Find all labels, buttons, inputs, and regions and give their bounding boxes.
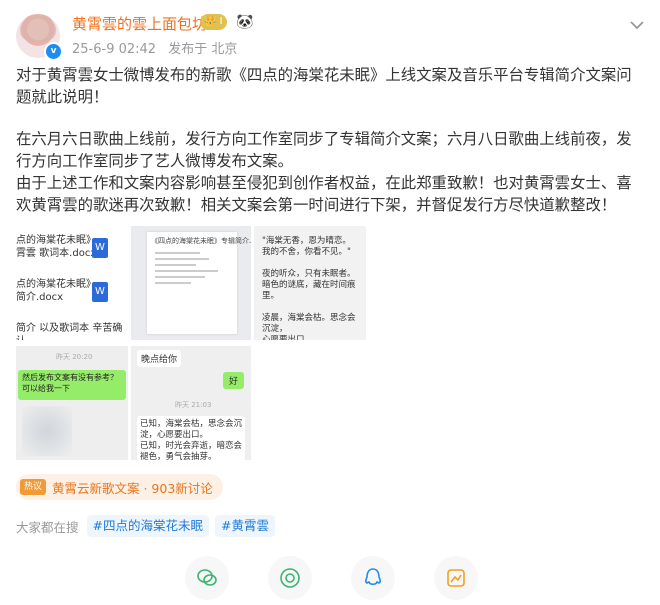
image-thumb-2[interactable]: 《四点的海棠花未眠》专辑简介.docx xyxy=(131,226,251,340)
post-paragraph-1: 对于黄霄雲女士微博发布的新歌《四点的海棠花未眠》上线文案及音乐平台专辑简介文案问… xyxy=(16,66,632,106)
doc-file-2-ext: 简介.docx xyxy=(16,292,64,303)
wechat-icon xyxy=(197,569,217,586)
blurred-avatar xyxy=(22,406,72,456)
trending-search: 大家都在搜 #四点的海棠花未眠 #黄霄雲 xyxy=(16,514,281,538)
word-icon: W xyxy=(92,282,108,302)
chat-time: 昨天 21:03 xyxy=(175,401,212,409)
post-header: v 黄霄雲的雲上面包坊 👑 I 🐼 25-6-9 02:42 发布于 北京 xyxy=(0,0,660,64)
poster-icon xyxy=(447,569,465,587)
trending-tag[interactable]: #四点的海棠花未眠 xyxy=(86,515,209,537)
doc-preview: 《四点的海棠花未眠》专辑简介.docx xyxy=(147,232,251,334)
doc-file-2: 点的海棠花未眠》 简介.docx xyxy=(16,278,96,304)
hot-topic-text: 黄霄云新歌文案 · 903新讨论 xyxy=(52,480,213,496)
image-thumb-5[interactable]: 晚点给你 好 昨天 21:03 已知，海棠会枯，思念会沉淀，心愿要出口。 已知，… xyxy=(131,346,251,460)
doc-file-2-name: 点的海棠花未眠》 xyxy=(16,279,96,290)
chat-bubble-long: 已知，海棠会枯，思念会沉淀，心愿要出口。 已知，时光会弃逝，暗恋会褪色，勇气会抽… xyxy=(137,416,245,460)
share-qq-button[interactable] xyxy=(351,556,395,600)
image-thumb-4[interactable]: 昨天 20:20 然后发布文案有没有参考？可以给我一下 xyxy=(16,346,128,460)
post-source: 发布于 北京 xyxy=(168,42,238,57)
hot-topic[interactable]: 热议 黄霄云新歌文案 · 903新讨论 xyxy=(16,474,223,500)
username[interactable]: 黄霄雲的雲上面包坊 xyxy=(72,13,207,34)
post-time: 25-6-9 02:42 xyxy=(72,42,157,57)
doc-file-1: 点的海棠花未眠》 霄雲 歌词本.docx xyxy=(16,234,96,260)
image-thumb-3[interactable]: "海棠无香，恩为晴恋。 我的不舍，你看不见。" 夜的听众，只有未眠者。 暗色的谜… xyxy=(254,226,366,340)
doc-file-1-ext: 霄雲 歌词本.docx xyxy=(16,248,97,259)
post-paragraph-2: 在六月六日歌曲上线前，发行方向工作室同步了专辑简介文案；六月八日歌曲上线前夜，发… xyxy=(16,130,632,170)
qq-icon xyxy=(365,568,381,586)
verified-icon: v xyxy=(44,42,63,61)
doc-preview-title: 《四点的海棠花未眠》专辑简介.docx xyxy=(151,237,251,245)
image-thumb-1[interactable]: 点的海棠花未眠》 霄雲 歌词本.docx W 点的海棠花未眠》 简介.docx … xyxy=(16,226,128,340)
chat-bubble: 然后发布文案有没有参考？可以给我一下 xyxy=(18,370,126,400)
moments-icon xyxy=(280,568,300,588)
doc-caption: 简介 以及歌词本 辛苦确认 xyxy=(16,323,123,340)
share-wechat-button[interactable] xyxy=(185,556,229,600)
level-badge[interactable]: 👑 I xyxy=(200,14,227,30)
doc-file-1-name: 点的海棠花未眠》 xyxy=(16,235,96,246)
post-meta: 25-6-9 02:42 发布于 北京 xyxy=(72,38,237,57)
trending-label: 大家都在搜 xyxy=(16,519,79,535)
post-paragraph-3: 由于上述工作和文案内容影响甚至侵犯到创作者权益，在此郑重致歉！也对黄霄雲女士、喜… xyxy=(16,174,632,214)
trending-tag[interactable]: #黄霄雲 xyxy=(215,515,275,537)
hot-badge: 热议 xyxy=(20,479,47,495)
chat-bubble: 晚点给你 xyxy=(137,350,182,367)
share-poster-button[interactable] xyxy=(434,556,478,600)
panda-icon[interactable]: 🐼 xyxy=(236,14,253,30)
chevron-down-icon[interactable] xyxy=(628,16,646,34)
chat-time: 昨天 20:20 xyxy=(56,353,93,361)
share-moments-button[interactable] xyxy=(268,556,312,600)
chat-reply: 好 xyxy=(223,372,245,389)
poem-text: "海棠无香，恩为晴恋。 我的不舍，你看不见。" 夜的听众，只有未眠者。 暗色的谜… xyxy=(262,236,356,340)
word-icon: W xyxy=(92,238,108,258)
